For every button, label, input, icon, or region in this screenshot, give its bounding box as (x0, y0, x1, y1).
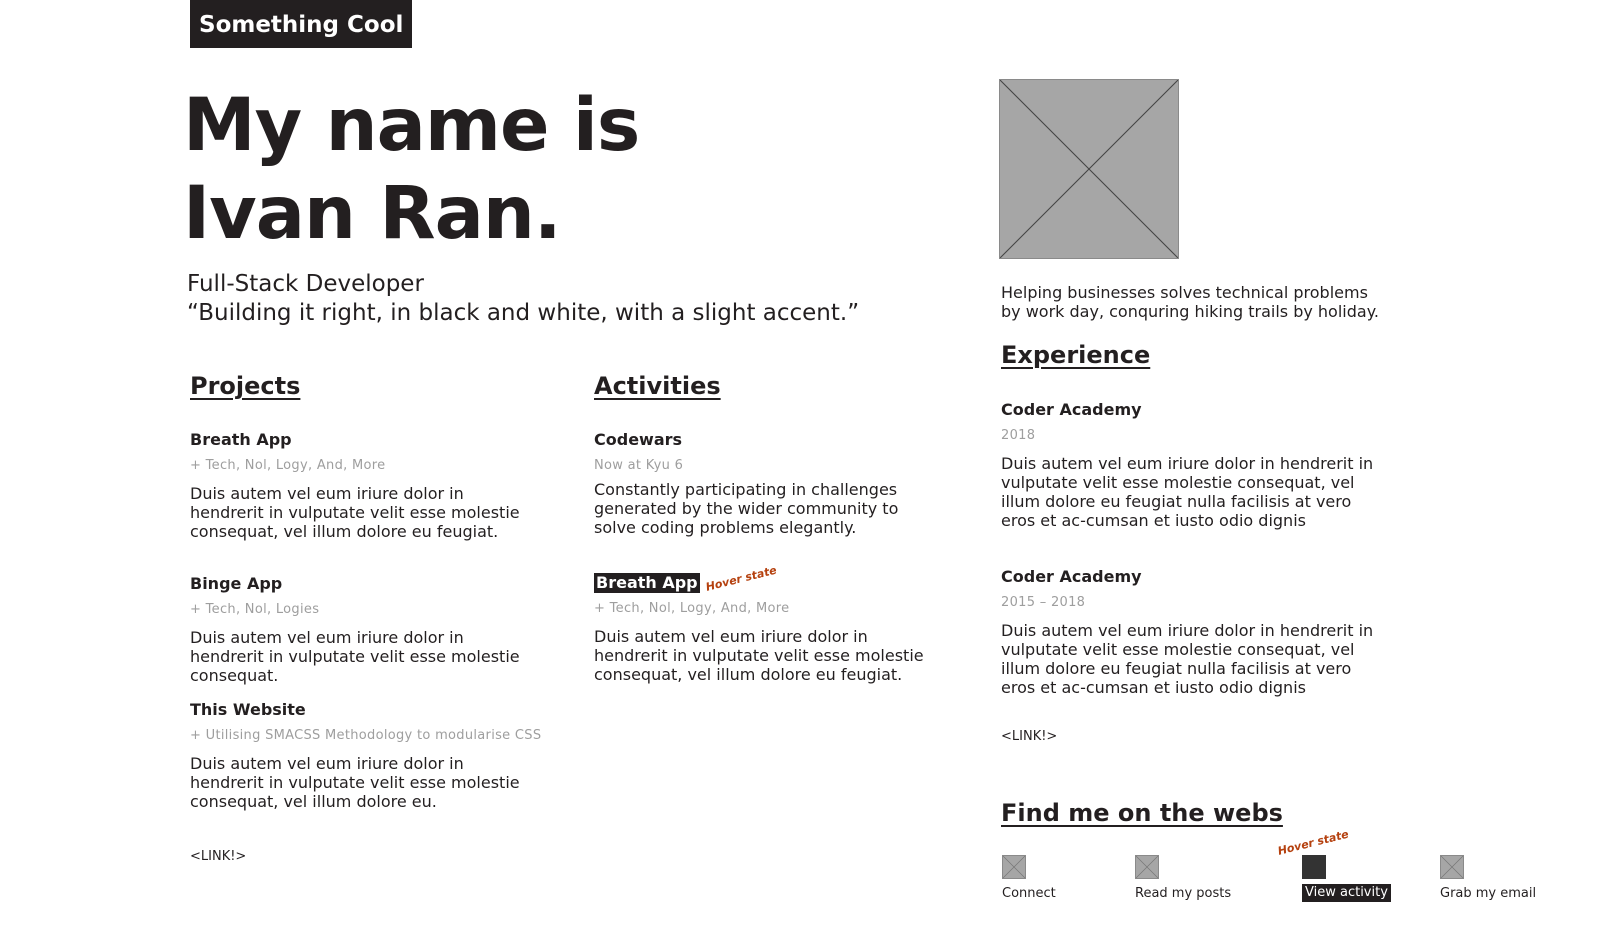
experience-item: Coder Academy 2018 Duis autem vel eum ir… (1001, 400, 1381, 530)
project-title: Binge App (190, 574, 283, 593)
social-link-label: Read my posts (1135, 886, 1232, 901)
social-link-posts[interactable]: Read my posts (1135, 855, 1231, 903)
projects-link[interactable]: <LINK!> (190, 849, 246, 865)
project-description: Duis autem vel eum iriure dolor in hendr… (190, 484, 520, 541)
activity-item-hovered[interactable]: Breath App + Tech, Nol, Logy, And, More … (594, 573, 939, 684)
role-text: Full-Stack Developer (187, 271, 424, 297)
activity-icon (1302, 855, 1326, 879)
social-link-email[interactable]: Grab my email (1440, 855, 1536, 903)
social-link-label: Connect (1002, 886, 1056, 901)
project-item[interactable]: Binge App + Tech, Nol, Logies Duis autem… (190, 574, 535, 685)
experience-title: Coder Academy (1001, 567, 1142, 586)
project-item[interactable]: Breath App + Tech, Nol, Logy, And, More … (190, 430, 535, 541)
profile-image-placeholder (999, 79, 1179, 259)
hero-subtitle: Full-Stack Developer “Building it right,… (187, 270, 859, 328)
experience-date: 2015 – 2018 (1001, 595, 1086, 610)
experience-description: Duis autem vel eum iriure dolor in hendr… (1001, 454, 1374, 530)
project-tech: + Tech, Nol, Logies (190, 602, 320, 617)
activity-meta: Now at Kyu 6 (594, 458, 684, 473)
hero-line-2: Ivan Ran. (183, 171, 562, 256)
activities-heading: Activities (594, 372, 721, 400)
social-link-connect[interactable]: Connect (1002, 855, 1056, 903)
experience-date: 2018 (1001, 428, 1036, 443)
activity-meta: + Tech, Nol, Logy, And, More (594, 601, 790, 616)
hover-state-annotation: Hover state (1276, 827, 1351, 858)
hero-line-1: My name is (183, 83, 640, 168)
activity-item[interactable]: Codewars Now at Kyu 6 Constantly partici… (594, 430, 939, 537)
experience-description: Duis autem vel eum iriure dolor in hendr… (1001, 621, 1374, 697)
social-heading: Find me on the webs (1001, 799, 1283, 827)
project-title: Breath App (190, 430, 292, 449)
activity-title: Breath App (594, 573, 700, 593)
experience-item: Coder Academy 2015 – 2018 Duis autem vel… (1001, 567, 1381, 697)
project-tech: + Utilising SMACSS Methodology to modula… (190, 728, 542, 743)
activity-description: Duis autem vel eum iriure dolor in hendr… (594, 627, 924, 684)
project-tech: + Tech, Nol, Logy, And, More (190, 458, 386, 473)
hero-heading: My name is Ivan Ran. (183, 82, 640, 258)
activity-title: Codewars (594, 430, 683, 449)
social-link-label: View activity (1302, 884, 1391, 902)
brand-logo[interactable]: Something Cool (190, 0, 413, 48)
experience-heading: Experience (1001, 341, 1151, 369)
social-link-activity-hovered[interactable]: View activity (1302, 855, 1391, 902)
project-description: Duis autem vel eum iriure dolor in hendr… (190, 754, 520, 811)
project-item[interactable]: This Website + Utilising SMACSS Methodol… (190, 700, 542, 811)
email-icon (1440, 855, 1464, 879)
activity-description: Constantly participating in challenges g… (594, 480, 899, 537)
projects-heading: Projects (190, 372, 301, 400)
connect-icon (1002, 855, 1026, 879)
project-description: Duis autem vel eum iriure dolor in hendr… (190, 628, 520, 685)
experience-link[interactable]: <LINK!> (1001, 729, 1057, 745)
about-text: Helping businesses solves technical prob… (1001, 283, 1379, 321)
tagline-text: “Building it right, in black and white, … (187, 300, 860, 326)
project-title: This Website (190, 700, 306, 719)
experience-title: Coder Academy (1001, 400, 1142, 419)
social-link-label: Grab my email (1440, 886, 1537, 901)
posts-icon (1135, 855, 1159, 879)
